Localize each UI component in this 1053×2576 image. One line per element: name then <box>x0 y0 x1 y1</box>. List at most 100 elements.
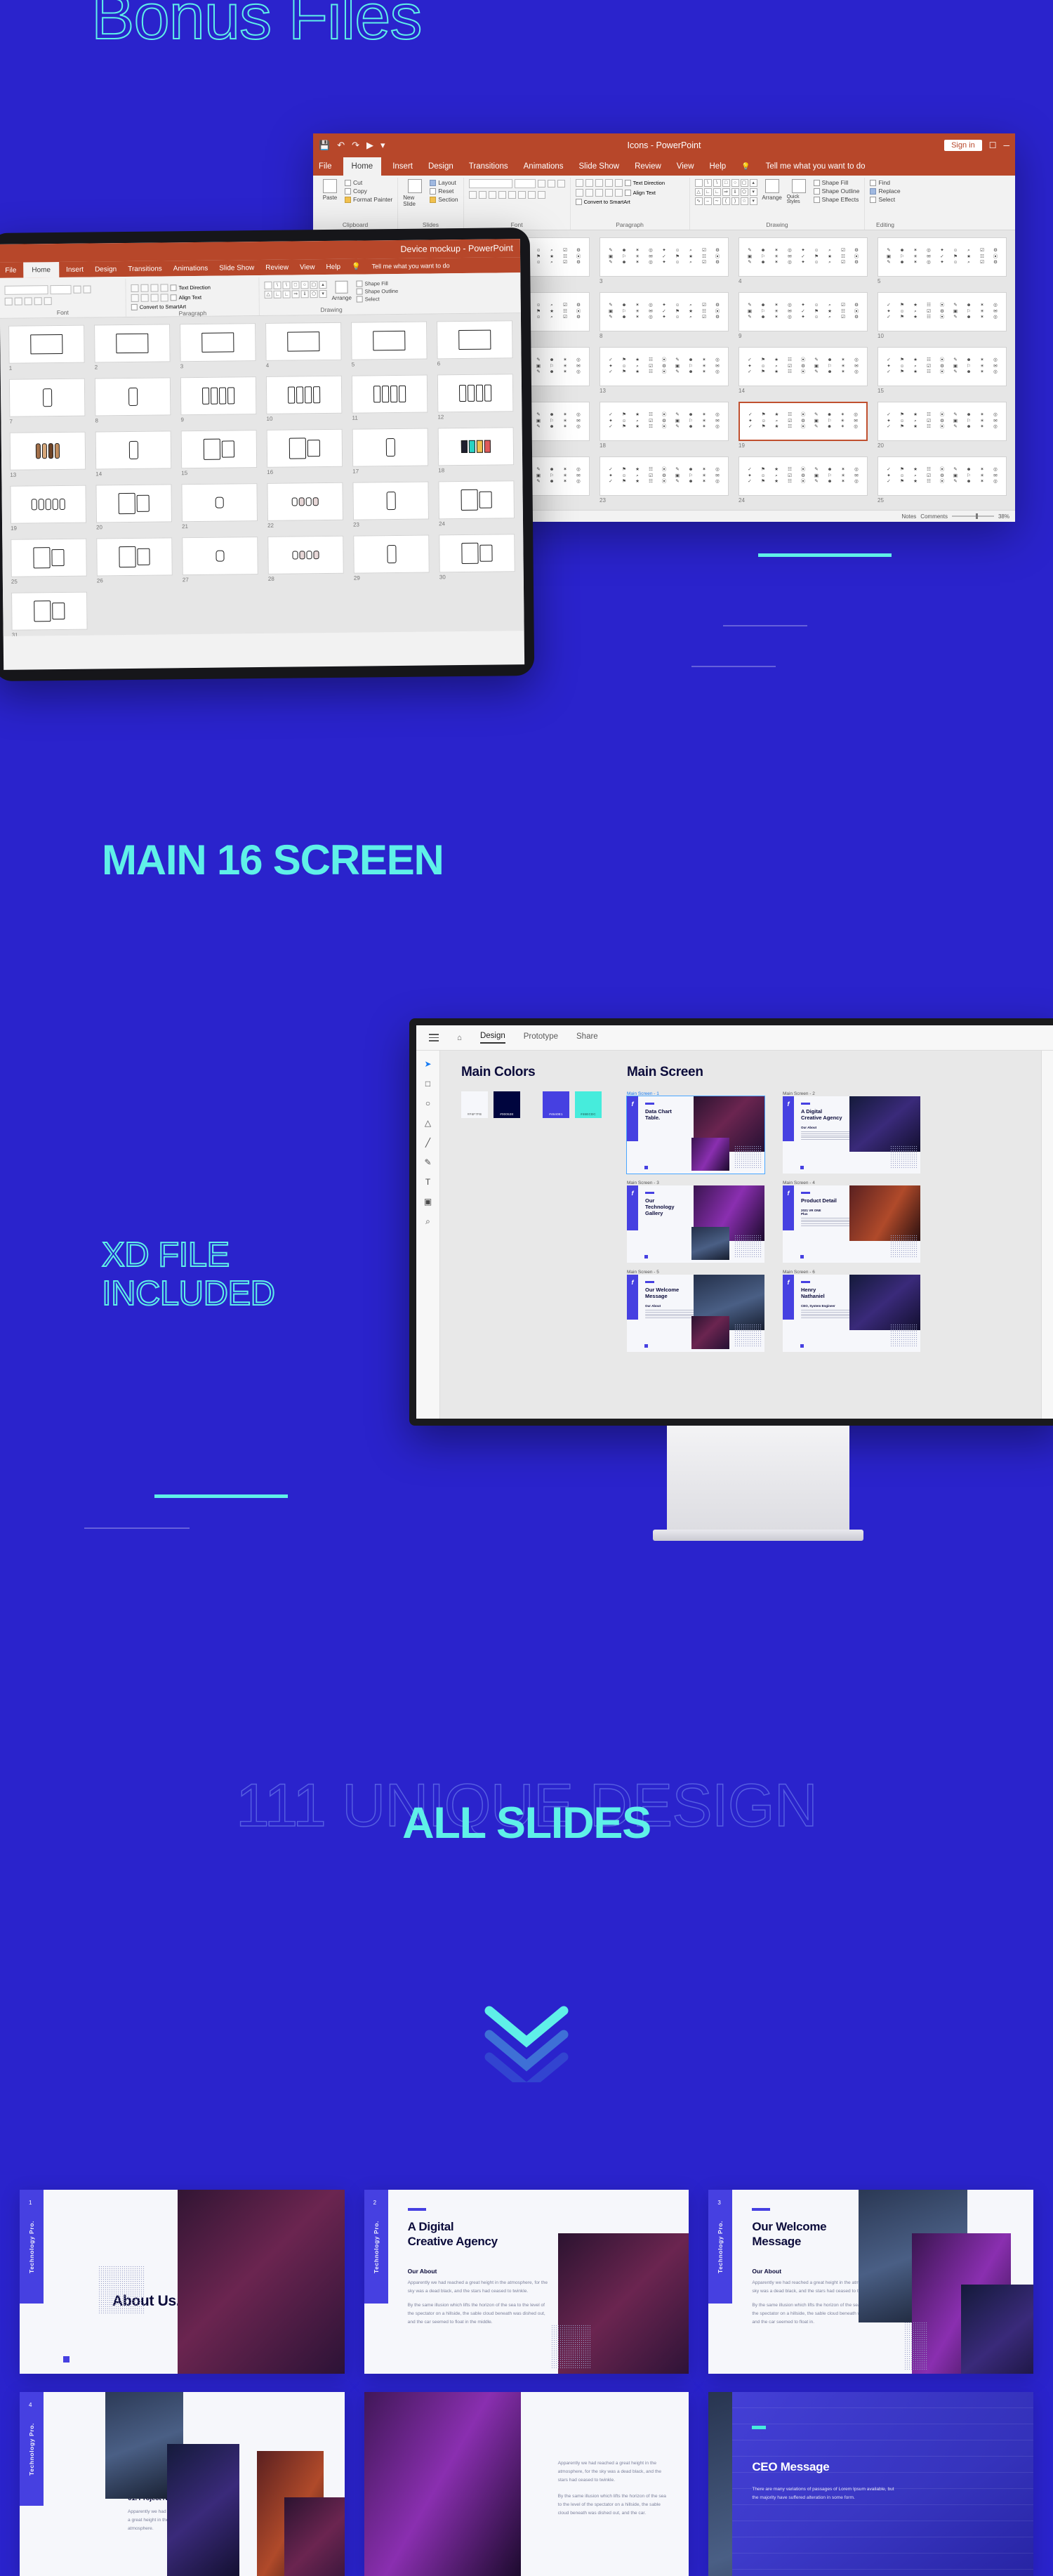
tablet-shape-down-arrow-icon[interactable]: ⇓ <box>300 290 309 298</box>
tablet-menu-transitions[interactable]: Transitions <box>128 265 162 273</box>
slide-card[interactable]: Technology Pro.5Apparently we had reache… <box>364 2392 689 2576</box>
shape-curve-icon[interactable]: ∿ <box>694 197 703 205</box>
shape-rect-icon[interactable] <box>694 179 703 187</box>
menu-design[interactable]: Design <box>428 162 453 171</box>
tablet-shape-fill-button[interactable]: Shape Fill <box>356 280 398 287</box>
notes-button[interactable]: Notes <box>901 513 916 520</box>
tablet-shape-elbow-icon[interactable]: ∟ <box>282 290 291 298</box>
tablet-shape-right-arrow-icon[interactable]: ⇒ <box>291 290 300 298</box>
tablet-text-direction-button[interactable]: Text Direction <box>170 284 211 291</box>
device-slide-thumbnail[interactable]: 17 <box>352 428 429 475</box>
device-slide-thumbnail[interactable]: 12 <box>437 374 514 420</box>
artboard-canvas[interactable]: Henry NathanielCEO, System Engineer <box>783 1275 920 1352</box>
bullets-icon[interactable] <box>575 179 583 187</box>
underline-icon[interactable] <box>488 191 496 199</box>
menu-file[interactable]: File <box>319 162 332 171</box>
shape-star-icon[interactable]: ☆ <box>740 197 748 205</box>
justify-icon[interactable] <box>604 189 613 197</box>
tablet-shape-arrow-icon[interactable]: \ <box>282 281 291 289</box>
shape-outline-button[interactable]: Shape Outline <box>813 188 859 195</box>
shape-corner-icon[interactable]: ∟ <box>703 188 712 196</box>
tablet-strikethrough-icon[interactable] <box>34 297 42 305</box>
font-style-buttons[interactable] <box>468 191 545 199</box>
menu-transitions[interactable]: Transitions <box>469 162 508 171</box>
slide-thumbnail[interactable]: ✓ ⚑ ★ ☷ ⦿ ✎ ☻ ✶ ◎ ✦ ☺ ⌕ ☑ ⚙ ▣ ⚐ ☀ ✉ ✓ ⚑ ★ ☷ ⦿ ✎ ☻ ✶ ◎ 23 <box>600 456 729 504</box>
slide-card[interactable]: Technology Pro. 3 Our Welcome Message Our A… <box>708 2190 1033 2374</box>
powerpoint-menubar[interactable]: File Home Insert Design Transitions Anim… <box>313 157 1015 176</box>
device-slide-thumbnail[interactable]: 22 <box>267 482 343 529</box>
tablet-menu-animations[interactable]: Animations <box>173 264 208 272</box>
artboard[interactable]: Main Screen - 1Data Chart Table. <box>626 1091 765 1178</box>
shape-rounded-icon[interactable]: ▢ <box>740 179 748 187</box>
comments-button[interactable]: Comments <box>920 513 948 520</box>
quick-access-toolbar[interactable]: 💾 ↶ ↷ ▶ ▾ <box>319 140 385 151</box>
tablet-shape-line-icon[interactable]: \ <box>273 281 282 289</box>
save-icon[interactable]: 💾 <box>319 140 330 151</box>
device-slide-thumbnail[interactable]: 25 <box>11 538 87 585</box>
ribbon-display-options-icon[interactable]: ☐ <box>989 140 997 150</box>
shape-fill-button[interactable]: Shape Fill <box>813 179 860 186</box>
ellipse-icon[interactable]: ○ <box>423 1098 433 1108</box>
increase-indent-icon[interactable] <box>604 179 613 187</box>
slide-thumbnail[interactable]: ✓ ⚑ ★ ☷ ⦿ ✎ ☻ ✶ ◎ ✦ ☺ ⌕ ☑ ⚙ ▣ ⚐ ☀ ✉ ✓ ⚑ ★ ☷ ⦿ ✎ ☻ ✶ ◎ 18 <box>600 402 729 449</box>
tablet-numbering-icon[interactable] <box>140 284 149 292</box>
tab-design[interactable]: Design <box>479 1032 505 1044</box>
shape-line-icon[interactable]: \ <box>703 179 712 187</box>
menu-home[interactable]: Home <box>343 157 382 176</box>
menu-review[interactable]: Review <box>635 162 661 171</box>
hamburger-icon[interactable] <box>429 1034 439 1041</box>
layout-button[interactable]: Layout <box>430 179 458 186</box>
tablet-shape-pentagon-icon[interactable]: ⬠ <box>310 290 318 298</box>
artboard[interactable]: Main Screen - 6Henry NathanielCEO, Syste… <box>783 1270 920 1356</box>
tablet-menu-file[interactable]: File <box>5 266 16 274</box>
change-case-icon[interactable] <box>527 191 536 199</box>
slide-thumbnail[interactable]: ✓ ⚑ ★ ☷ ⦿ ✎ ☻ ✶ ◎ ✦ ☺ ⌕ ☑ ⚙ ▣ ⚐ ☀ ✉ ✓ ⚑ ★ ☷ ⦿ ✎ ☻ ✶ ◎ 10 <box>878 292 1007 339</box>
tablet-slide-thumbnail-grid[interactable]: 1 2 3 4 5 6 7 8 9 10 11 12 13 14 15 16 17 18 19 20 21 22 23 24 2… <box>8 320 516 636</box>
device-slide-thumbnail[interactable]: 14 <box>95 431 172 477</box>
color-swatch-row[interactable]: #F6F7FB #00053E #4640E1 #46ECDC <box>461 1091 602 1118</box>
tablet-italic-icon[interactable] <box>14 297 22 305</box>
xd-tool-palette[interactable]: ➤ □ ○ △ ╱ ✎ T ▣ ⌕ <box>416 1051 440 1419</box>
menu-animations[interactable]: Animations <box>524 162 564 171</box>
shape-arc-icon[interactable]: ⌢ <box>703 197 712 205</box>
device-slide-thumbnail[interactable]: 1 <box>8 324 85 372</box>
device-slide-thumbnail[interactable]: 7 <box>8 378 86 425</box>
tablet-align-text-button[interactable]: Align Text <box>170 294 201 301</box>
device-slide-thumbnail[interactable]: 26 <box>96 537 173 584</box>
shape-circle-icon[interactable]: ○ <box>731 179 739 187</box>
slide-thumbnail[interactable]: ✓ ⚑ ★ ☷ ⦿ ✎ ☻ ✶ ◎ ✦ ☺ ⌕ ☑ ⚙ ▣ ⚐ ☀ ✉ ✓ ⚑ ★ ☷ ⦿ ✎ ☻ ✶ ◎ 19 <box>739 402 868 449</box>
zoom-slider[interactable] <box>951 513 994 519</box>
text-direction-button[interactable]: Text Direction <box>624 180 665 186</box>
quick-styles-button[interactable]: Quick Styles <box>787 179 811 204</box>
rectangle-icon[interactable]: □ <box>423 1079 433 1089</box>
tablet-underline-icon[interactable] <box>24 297 32 305</box>
device-slide-thumbnail[interactable]: 24 <box>438 480 515 527</box>
list-buttons[interactable]: Text Direction <box>575 179 665 187</box>
slide-thumbnail[interactable]: ✎ ☻ ✶ ◎ ✦ ☺ ⌕ ☑ ⚙ ▣ ⚐ ☀ ✉ ✓ ⚑ ★ ☷ ⦿ ✎ ☻ ✶ ◎ ✦ ☺ ⌕ ☑ ⚙ 3 <box>600 237 729 284</box>
device-slide-thumbnail[interactable]: 19 <box>10 485 87 532</box>
tablet-select-button[interactable]: Select <box>356 296 399 303</box>
artboard[interactable]: Main Screen - 4Product Detail2021 VR ONE… <box>783 1181 920 1267</box>
device-slide-thumbnail[interactable]: 20 <box>95 484 173 530</box>
slide-thumbnail[interactable]: ✎ ☻ ✶ ◎ ✦ ☺ ⌕ ☑ ⚙ ▣ ⚐ ☀ ✉ ✓ ⚑ ★ ☷ ⦿ ✎ ☻ ✶ ◎ ✦ ☺ ⌕ ☑ ⚙ 5 <box>878 237 1007 284</box>
artboard-canvas[interactable]: Data Chart Table. <box>626 1096 765 1174</box>
tablet-menu-review[interactable]: Review <box>265 263 289 271</box>
device-slide-thumbnail[interactable]: 21 <box>181 483 258 530</box>
artboard[interactable]: Main Screen - 2A Digital Creative Agency… <box>783 1091 920 1178</box>
artboard[interactable]: Main Screen - 5Our Welcome MessageOur Ab… <box>627 1270 764 1356</box>
tablet-menu-insert[interactable]: Insert <box>66 265 84 273</box>
undo-icon[interactable]: ↶ <box>337 140 345 151</box>
redo-icon[interactable]: ↷ <box>352 140 359 151</box>
device-slide-thumbnail[interactable]: 30 <box>439 534 515 580</box>
align-left-icon[interactable] <box>575 189 583 197</box>
tablet-menu-view[interactable]: View <box>300 263 315 271</box>
font-family-select[interactable] <box>468 179 512 188</box>
tab-prototype[interactable]: Prototype <box>524 1032 558 1043</box>
tablet-shapes-scroll-down-icon[interactable]: ▾ <box>319 290 327 298</box>
copy-button[interactable]: Copy <box>345 188 392 195</box>
tablet-menu-design[interactable]: Design <box>95 265 117 273</box>
line-spacing-icon[interactable] <box>614 179 623 187</box>
shapes-more-icon[interactable]: ▾ <box>749 197 757 205</box>
cut-button[interactable]: Cut <box>345 179 392 186</box>
slide-thumbnail[interactable]: ✓ ⚑ ★ ☷ ⦿ ✎ ☻ ✶ ◎ ✦ ☺ ⌕ ☑ ⚙ ▣ ⚐ ☀ ✉ ✓ ⚑ ★ ☷ ⦿ ✎ ☻ ✶ ◎ 25 <box>878 456 1007 504</box>
